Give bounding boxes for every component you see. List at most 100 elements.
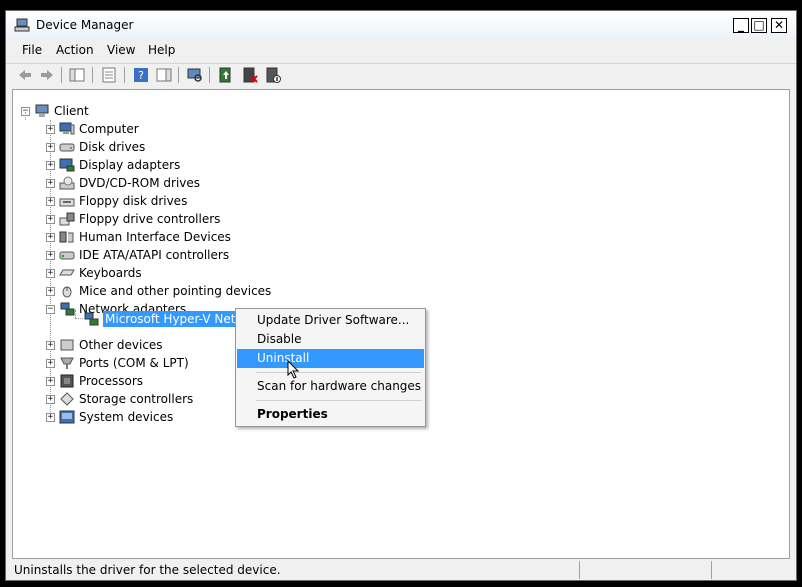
tree-item-label: Keyboards [79,266,142,280]
disable-icon[interactable] [265,67,281,83]
tree-item-label: DVD/CD-ROM drives [79,176,201,190]
tree-item-disk-drives[interactable]: + Disk drives [46,138,145,156]
menu-separator [256,400,422,401]
tree-item-label: Ports (COM & LPT) [79,356,189,370]
hid-icon [59,231,74,243]
tree-root-label: Client [54,104,89,118]
expand-toggle[interactable]: + [46,340,55,350]
disk-drive-icon [59,143,75,152]
tree-item-processors[interactable]: + Processors [46,372,143,390]
expand-toggle[interactable]: + [46,394,55,404]
collapse-toggle[interactable]: − [46,304,55,314]
menu-help[interactable]: Help [148,43,175,57]
processor-icon [60,374,74,388]
console-tree-icon[interactable] [69,67,85,83]
close-button[interactable]: ✕ [771,18,787,33]
expand-toggle[interactable]: + [46,412,55,422]
device-manager-window: Device Manager _ □ ✕ File Action View He… [5,10,797,581]
tree-item-floppy-disk-drives[interactable]: + Floppy disk drives [46,192,187,210]
tree-item-system-devices[interactable]: + System devices [46,408,173,426]
scan-hardware-icon[interactable] [187,67,203,83]
tree-item-storage-controllers[interactable]: + Storage controllers [46,390,193,408]
menu-action[interactable]: Action [56,43,94,57]
menu-view[interactable]: View [107,43,135,57]
tree-item-label: Processors [79,374,144,388]
expand-toggle[interactable]: + [46,358,55,368]
status-pane [711,561,791,579]
expand-toggle[interactable]: + [46,124,55,134]
computer-icon [59,122,75,135]
tree-item-label: Floppy drive controllers [79,212,221,226]
status-pane [579,561,711,579]
uninstall-icon[interactable] [242,67,258,83]
tree-item-label: Human Interface Devices [79,230,231,244]
context-menu: Update Driver Software... Disable Uninst… [235,308,426,427]
expand-toggle[interactable]: + [46,160,55,170]
forward-icon[interactable] [39,67,55,83]
dvd-drive-icon [59,176,75,190]
expand-toggle[interactable]: + [46,214,55,224]
expand-toggle[interactable]: + [46,286,55,296]
tree-item-label: Computer [79,122,139,136]
keyboard-icon [59,269,75,276]
toolbar: ? [6,63,796,86]
properties-menu-item[interactable]: Properties [237,405,424,424]
tree-item-mice[interactable]: + Mice and other pointing devices [46,282,271,300]
mouse-cursor-icon [287,360,300,379]
update-driver-icon[interactable] [218,67,234,83]
expand-toggle[interactable]: + [46,268,55,278]
expand-toggle[interactable]: + [46,142,55,152]
menu-file[interactable]: File [22,43,42,57]
tree-item-label: Disk drives [79,140,146,154]
menu-separator [256,372,422,373]
minimize-button[interactable]: _ [733,18,749,33]
mouse-icon [62,286,72,298]
tree-item-label: IDE ATA/ATAPI controllers [79,248,230,262]
svg-text:?: ? [138,69,144,82]
tree-item-label: Mice and other pointing devices [79,284,272,298]
tree-item-label: Display adapters [79,158,181,172]
network-adapter-icon [84,312,99,326]
tree-item-label: Storage controllers [79,392,194,406]
ide-controller-icon [59,251,75,260]
title-bar[interactable]: Device Manager _ □ ✕ [6,11,796,39]
tree-item-ide-controllers[interactable]: + IDE ATA/ATAPI controllers [46,246,229,264]
tree-item-floppy-drive-controllers[interactable]: + Floppy drive controllers [46,210,220,228]
expand-toggle[interactable]: + [46,250,55,260]
tree-item-hyperv-network-adapter[interactable]: Microsoft Hyper-V Networ [83,310,260,328]
tree-item-computer[interactable]: + Computer [46,120,139,138]
uninstall-menu-item[interactable]: Uninstall [237,349,424,368]
status-bar: Uninstalls the driver for the selected d… [12,561,790,579]
expand-toggle[interactable]: + [46,178,55,188]
floppy-icon [59,198,75,207]
tree-item-display-adapters[interactable]: + Display adapters [46,156,180,174]
tree-root-client[interactable]: − Client [21,102,89,120]
scan-hardware-menu-item[interactable]: Scan for hardware changes [237,377,424,396]
tree-item-ports[interactable]: + Ports (COM & LPT) [46,354,189,372]
tree-item-label: Floppy disk drives [79,194,188,208]
tree-item-human-interface-devices[interactable]: + Human Interface Devices [46,228,231,246]
network-adapter-icon [60,302,75,316]
other-devices-icon [60,339,74,351]
maximize-button[interactable]: □ [751,18,767,33]
tree-item-dvd-drives[interactable]: + DVD/CD-ROM drives [46,174,200,192]
properties-icon[interactable] [101,67,117,83]
tree-item-keyboards[interactable]: + Keyboards [46,264,142,282]
expand-toggle[interactable]: + [46,376,55,386]
tree-item-label: System devices [79,410,174,424]
floppy-controller-icon [59,212,75,226]
expand-toggle[interactable]: + [46,232,55,242]
update-driver-menu-item[interactable]: Update Driver Software... [237,311,424,330]
help-icon[interactable]: ? [133,67,149,83]
tree-item-other-devices[interactable]: + Other devices [46,336,163,354]
menu-bar: File Action View Help [6,39,796,61]
port-icon [60,357,74,369]
back-icon[interactable] [17,67,33,83]
device-manager-icon [14,18,30,32]
status-text: Uninstalls the driver for the selected d… [14,563,281,577]
system-devices-icon [59,410,75,424]
action-pane-icon[interactable] [156,67,172,83]
computer-network-icon [35,104,49,117]
expand-toggle[interactable]: + [46,196,55,206]
disable-menu-item[interactable]: Disable [237,330,424,349]
